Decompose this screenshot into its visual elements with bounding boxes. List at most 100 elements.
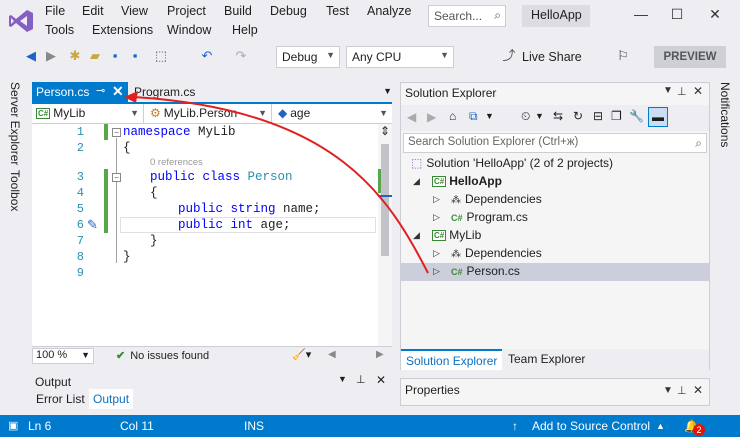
tab-error-list[interactable]: Error List [32, 389, 89, 409]
pin-icon[interactable]: ⊥ [677, 384, 687, 397]
code-line-3: public class Person [150, 170, 293, 184]
pin-icon[interactable]: ⊥ [356, 373, 366, 386]
scroll-left-icon[interactable]: ◀ [328, 349, 336, 360]
pending-changes-icon[interactable]: ⏲ [521, 109, 530, 124]
preview-selected-icon[interactable]: ▬ [648, 107, 668, 127]
collapse-icon[interactable]: − [112, 128, 121, 137]
type-nav-select[interactable]: ⚙ MyLib.Person ▼ [146, 104, 272, 124]
menu-debug[interactable]: Debug [270, 4, 307, 18]
scroll-right-icon[interactable]: ▶ [376, 349, 384, 360]
tab-team-explorer[interactable]: Team Explorer [503, 349, 590, 370]
tree-item-dependencies[interactable]: ▷ ⁂ Dependencies [401, 245, 709, 263]
search-input[interactable]: Search... ⌕ [428, 5, 506, 27]
expanded-icon[interactable]: ◢ [413, 230, 420, 241]
tree-item-project-helloapp[interactable]: ◢ C# HelloApp [401, 173, 709, 191]
platform-select[interactable]: Any CPU ▼ [346, 46, 454, 68]
zoom-select[interactable]: 100 % ▼ [32, 348, 94, 364]
panel-menu-icon[interactable]: ▼ [663, 85, 673, 96]
panel-menu-icon[interactable]: ▼ [663, 385, 673, 396]
close-icon[interactable]: ✕ [704, 3, 726, 25]
properties-icon[interactable]: 🔧 [629, 109, 644, 123]
server-explorer-tab[interactable]: Server Explorer [8, 82, 22, 165]
pin-icon[interactable]: ⊸ [96, 84, 105, 97]
save-icon[interactable]: ▪ [106, 47, 124, 65]
menu-project[interactable]: Project [167, 4, 206, 18]
show-all-files-icon[interactable]: ❐ [611, 109, 622, 123]
toolbox-tab[interactable]: Toolbox [8, 170, 22, 211]
collapse-all-icon[interactable]: ⊟ [593, 109, 603, 123]
live-share-button[interactable]: Live Share [522, 46, 582, 68]
menu-window[interactable]: Window [167, 23, 211, 37]
change-marker [104, 169, 108, 233]
split-icon[interactable]: ⇕ [380, 124, 390, 138]
line-number: 8 [76, 250, 84, 264]
forward-icon[interactable]: ▶ [427, 110, 436, 124]
dropdown-icon[interactable]: ▼ [485, 111, 494, 121]
menu-analyze[interactable]: Analyze [367, 4, 411, 18]
notifications-tab[interactable]: Notifications [718, 82, 732, 147]
tab-solution-explorer[interactable]: Solution Explorer [401, 349, 503, 370]
menu-build[interactable]: Build [224, 4, 252, 18]
undo-icon[interactable]: ↶ [198, 47, 216, 65]
refresh-icon[interactable]: ↻ [573, 109, 583, 123]
tree-item-solution[interactable]: ⬚ Solution 'HelloApp' (2 of 2 projects) [401, 155, 709, 173]
maximize-icon[interactable]: ☐ [666, 3, 688, 25]
collapsed-icon[interactable]: ▷ [433, 212, 440, 223]
tree-item-program-cs[interactable]: ▷ C# Program.cs [401, 209, 709, 227]
save-all-icon[interactable]: ▪ [126, 47, 144, 65]
tree-item-project-mylib[interactable]: ◢ C# MyLib [401, 227, 709, 245]
menu-edit[interactable]: Edit [82, 4, 104, 18]
tab-person-cs[interactable]: Person.cs ⊸ ✕ [32, 82, 128, 102]
redo-icon[interactable]: ↷ [232, 47, 250, 65]
member-nav-select[interactable]: ◆ age ▼ [274, 104, 392, 124]
solution-search-input[interactable]: Search Solution Explorer (Ctrl+ж) ⌕ [403, 133, 707, 153]
config-select[interactable]: Debug ▼ [276, 46, 340, 68]
sync-icon[interactable]: ⇆ [553, 109, 563, 123]
expanded-icon[interactable]: ◢ [413, 176, 420, 187]
menu-tools[interactable]: Tools [45, 23, 74, 37]
minimize-icon[interactable]: — [630, 3, 652, 25]
tree-item-person-cs[interactable]: ▷ C# Person.cs [401, 263, 709, 281]
dropdown-icon[interactable]: ▼ [535, 111, 544, 121]
menu-help[interactable]: Help [232, 23, 258, 37]
close-icon[interactable]: ✕ [376, 373, 386, 387]
close-tab-icon[interactable]: ✕ [112, 83, 124, 100]
menu-test[interactable]: Test [326, 4, 349, 18]
tab-list-dropdown-icon[interactable]: ▼ [383, 86, 392, 96]
quick-actions-icon[interactable]: ✎ [87, 217, 98, 233]
search-icon: ⌕ [494, 8, 501, 22]
issues-indicator[interactable]: ✔ No issues found [116, 349, 209, 362]
new-project-icon[interactable]: ✱ [66, 47, 84, 65]
close-icon[interactable]: ✕ [693, 383, 703, 397]
tree-item-dependencies[interactable]: ▷ ⁂ Dependencies [401, 191, 709, 209]
switch-views-icon[interactable]: ⧉ [469, 109, 478, 124]
pin-icon[interactable]: ⊥ [677, 85, 687, 98]
editor-vertical-scrollbar[interactable]: ⇕ [378, 124, 392, 346]
collapse-icon[interactable]: − [112, 173, 121, 182]
collapsed-icon[interactable]: ▷ [433, 248, 440, 259]
scrollbar-thumb[interactable] [381, 144, 389, 256]
debug-target-icon[interactable]: ⬚ [152, 47, 170, 65]
add-to-source-control-button[interactable]: Add to Source Control [532, 419, 650, 433]
zoom-value: 100 % [36, 349, 68, 361]
back-icon[interactable]: ◀ [407, 110, 416, 124]
code-cleanup-icon[interactable]: 🧹▾ [292, 348, 311, 361]
tab-label: Program.cs [134, 85, 196, 99]
panel-menu-icon[interactable]: ▼ [338, 374, 347, 384]
tab-program-cs[interactable]: Program.cs [134, 82, 195, 102]
back-icon[interactable]: ◀ [22, 47, 40, 65]
forward-icon[interactable]: ▶ [42, 47, 60, 65]
collapsed-icon[interactable]: ▷ [433, 266, 440, 277]
feedback-icon[interactable]: ⚐ [614, 47, 632, 65]
menu-file[interactable]: File [45, 4, 65, 18]
collapsed-icon[interactable]: ▷ [433, 194, 440, 205]
close-icon[interactable]: ✕ [693, 84, 703, 98]
code-editor[interactable]: 1 2 3 4 5 6 7 8 9 − − ✎ namespace MyLib … [32, 124, 378, 346]
tab-output[interactable]: Output [89, 389, 134, 409]
open-folder-icon[interactable]: ▰ [86, 47, 104, 65]
menu-view[interactable]: View [121, 4, 148, 18]
home-icon[interactable]: ⌂ [449, 109, 456, 123]
codelens-references[interactable]: 0 references [150, 157, 203, 168]
menu-extensions[interactable]: Extensions [92, 23, 153, 37]
project-nav-select[interactable]: C# MyLib ▼ [32, 104, 144, 124]
